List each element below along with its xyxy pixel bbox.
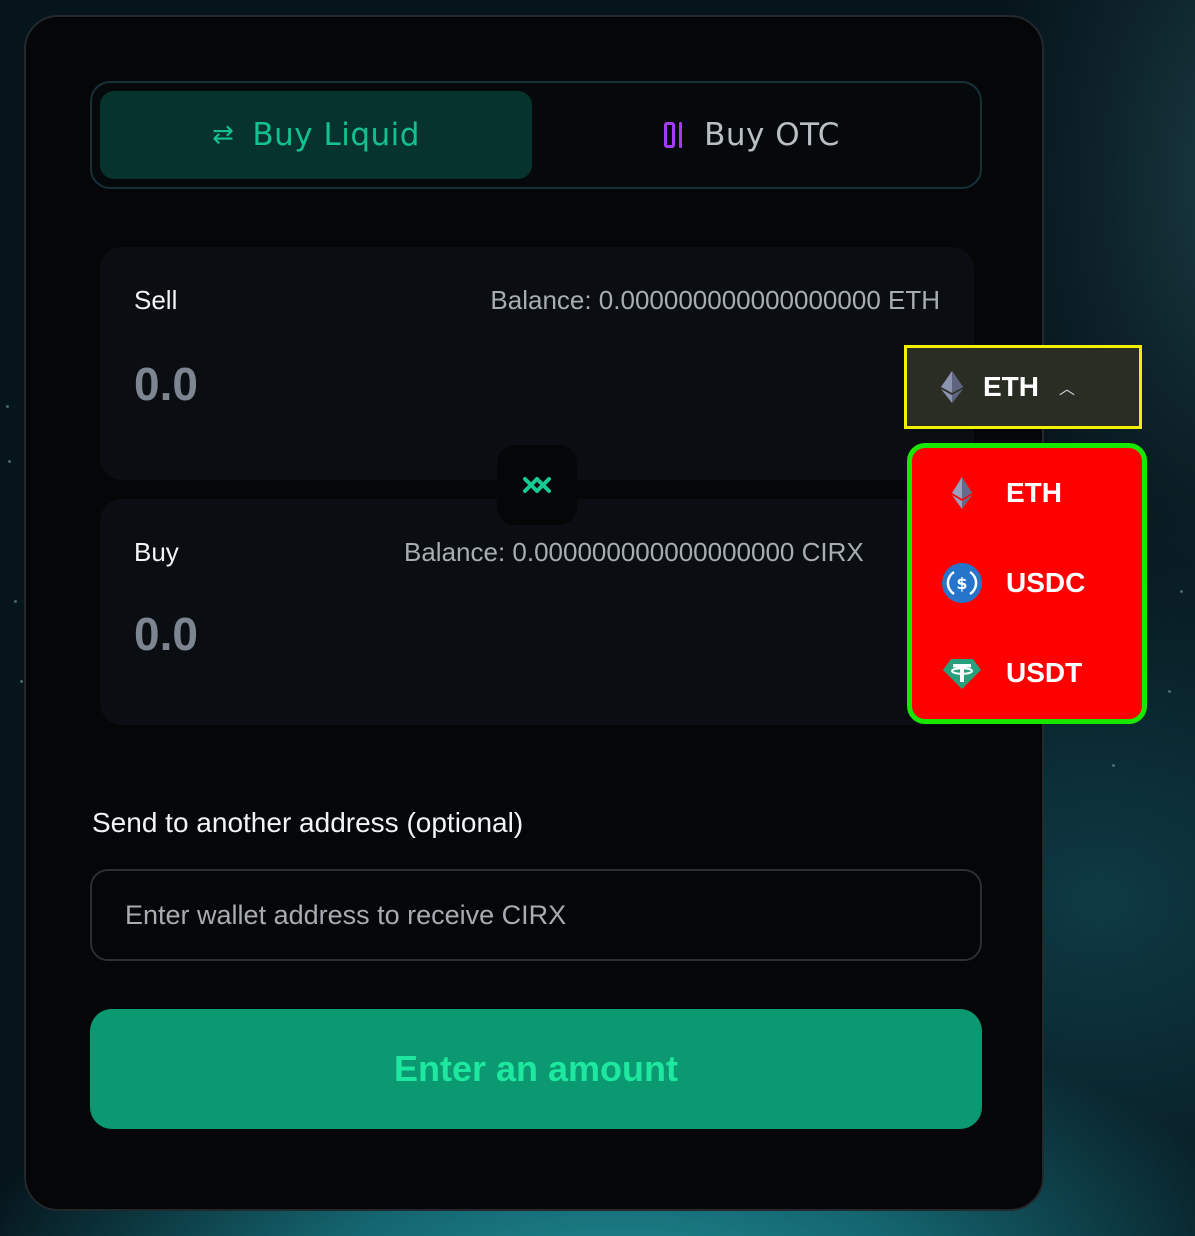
swap-direction-icon (523, 477, 551, 493)
token-option-label: ETH (1006, 477, 1062, 508)
mode-tabs: ⇄ Buy Liquid Buy OTC (90, 81, 982, 189)
token-option-usdc[interactable]: $ USDC (942, 553, 1132, 613)
background-star (1168, 690, 1171, 693)
swap-panel: ⇄ Buy Liquid Buy OTC Sell Balance: 0.000… (24, 15, 1044, 1211)
sell-label: Sell (134, 285, 178, 315)
recipient-address-input[interactable] (90, 869, 982, 961)
selected-token-symbol: ETH (983, 371, 1039, 402)
token-option-usdt[interactable]: USDT (942, 643, 1132, 703)
background-star (20, 680, 23, 683)
ethereum-icon (941, 371, 963, 403)
background-star (8, 460, 11, 463)
tab-buy-otc[interactable]: Buy OTC (536, 91, 968, 179)
swap-direction-button[interactable] (497, 445, 577, 525)
buy-amount-input[interactable]: 0.0 (134, 607, 198, 661)
background-star (14, 600, 17, 603)
buy-card: Buy Balance: 0.000000000000000000 CIRX 0… (100, 499, 974, 725)
tab-buy-liquid-label: Buy Liquid (252, 117, 420, 153)
background-star (1112, 764, 1115, 767)
token-option-eth[interactable]: ETH (942, 463, 1132, 523)
tab-buy-otc-label: Buy OTC (704, 117, 840, 153)
enter-amount-button[interactable]: Enter an amount (90, 1009, 982, 1129)
buy-balance: Balance: 0.000000000000000000 CIRX (404, 537, 864, 567)
sell-amount-input[interactable]: 0.0 (134, 357, 198, 411)
tab-buy-liquid[interactable]: ⇄ Buy Liquid (100, 91, 532, 179)
background-star (6, 405, 9, 408)
svg-text:$: $ (956, 574, 967, 593)
background-star (1180, 590, 1183, 593)
otc-icon (664, 122, 686, 148)
send-to-address-label: Send to another address (optional) (92, 807, 524, 838)
token-dropdown: ETH $ USDC USDT (907, 443, 1147, 724)
swap-arrows-icon: ⇄ (212, 120, 235, 150)
ethereum-icon (952, 477, 972, 509)
usdc-icon: $ (942, 563, 982, 603)
buy-label: Buy (134, 537, 179, 567)
tether-icon (943, 659, 981, 689)
sell-token-selector[interactable]: ETH ︿ (904, 345, 1142, 429)
sell-balance: Balance: 0.000000000000000000 ETH (490, 285, 940, 315)
token-option-label: USDT (1006, 657, 1083, 688)
token-option-label: USDC (1006, 567, 1086, 598)
chevron-up-icon: ︿ (1059, 379, 1076, 398)
